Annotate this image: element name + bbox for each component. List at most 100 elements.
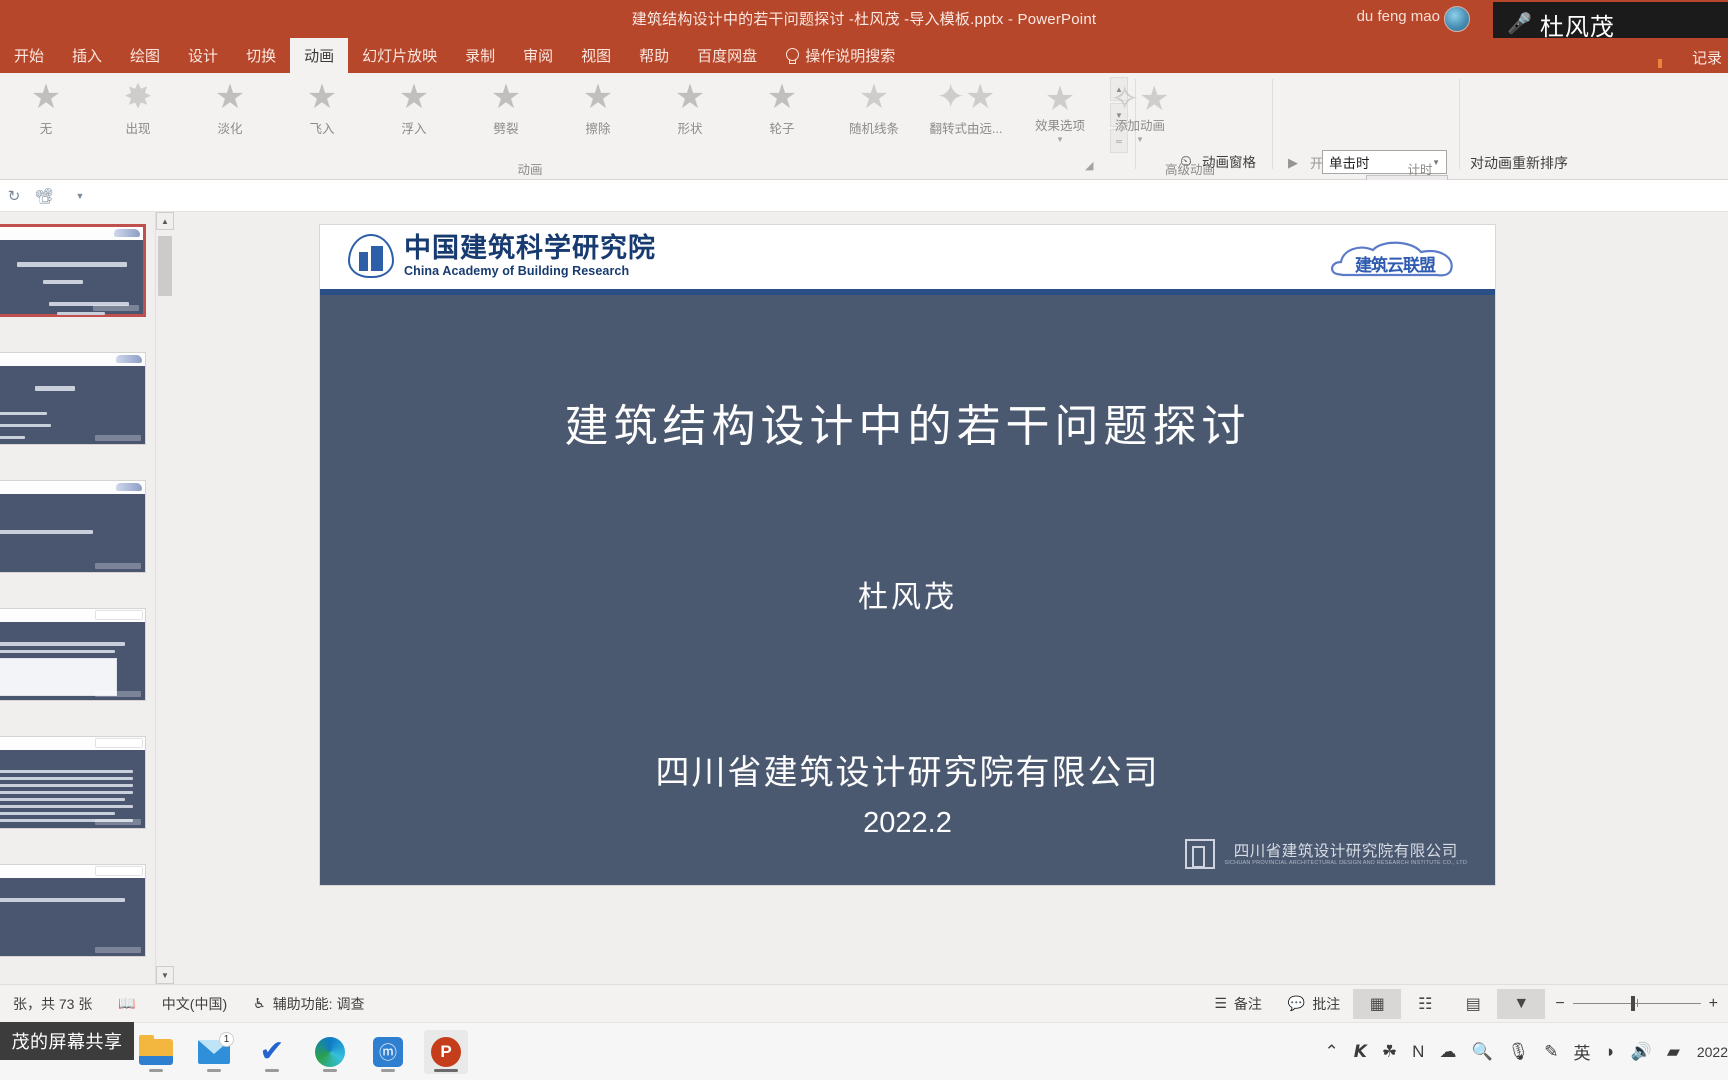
language-label: 中文(中国)	[161, 995, 228, 1012]
ribbon-tab-11[interactable]: 百度网盘	[683, 38, 771, 73]
add-animation-button[interactable]: ✧★ 添加动画 ▼	[1098, 81, 1182, 144]
comment-icon: 💬	[1287, 995, 1306, 1011]
slide-thumbnail-pane[interactable]	[0, 212, 155, 984]
slide-author[interactable]: 杜风茂	[320, 572, 1495, 616]
animation-gallery[interactable]: ★ 无 ✸ 出现 ★ 淡化 ★ 飞入 ★ 浮入 ★ 劈裂 ★ 擦除 ★ 形状 ★ 轮子 ★ 随机线条 ✦★ 翻转式由远..…	[0, 73, 1108, 156]
slide-sorter-view-button[interactable]: ☷	[1401, 989, 1449, 1019]
zoom-slider[interactable]: − +	[1545, 995, 1728, 1013]
animation-effect-0[interactable]: ★ 无	[0, 73, 92, 156]
animation-effect-7[interactable]: ★ 形状	[644, 73, 736, 156]
animation-effect-label: 翻转式由远...	[929, 122, 1003, 136]
slide-organization[interactable]: 四川省建筑设计研究院有限公司	[320, 745, 1495, 794]
animation-effect-3[interactable]: ★ 飞入	[276, 73, 368, 156]
notes-button[interactable]: ☰ 备注	[1201, 990, 1275, 1018]
thumbnail-text-line	[17, 262, 127, 267]
thumbnail-scrollbar[interactable]: ▲ ▼	[155, 212, 174, 984]
undo-icon[interactable]: ↻	[2, 185, 26, 207]
animation-effect-4[interactable]: ★ 浮入	[368, 73, 460, 156]
taskbar-app-powerpoint[interactable]: P	[424, 1029, 468, 1074]
ribbon-tab-10[interactable]: 帮助	[625, 38, 683, 73]
comments-button[interactable]: 💬 批注	[1275, 990, 1353, 1018]
zoom-knob[interactable]	[1630, 996, 1635, 1011]
star-effect-icon: ★	[1044, 80, 1076, 118]
accessibility-icon: ♿	[253, 995, 266, 1011]
animation-effect-9[interactable]: ★ 随机线条	[828, 73, 920, 156]
microphone-icon[interactable]: 🎙	[1508, 1042, 1530, 1062]
pen-icon[interactable]: ✎	[1544, 1042, 1558, 1062]
running-indicator	[149, 1068, 163, 1072]
taskbar-app-file-explorer[interactable]	[134, 1030, 178, 1074]
customize-qat-caret-icon[interactable]: ▼	[68, 185, 92, 207]
search-magnifier-icon[interactable]: 🔍	[1471, 1042, 1492, 1062]
volume-icon[interactable]: 🔊	[1631, 1042, 1652, 1062]
avatar[interactable]	[1444, 6, 1470, 32]
reading-view-button[interactable]: ▤	[1449, 989, 1497, 1019]
wifi-icon[interactable]: ◗	[1605, 1042, 1615, 1062]
ribbon-tab-2[interactable]: 绘图	[116, 38, 174, 73]
record-button[interactable]: 记录	[1692, 47, 1722, 68]
slide-date[interactable]: 2022.2	[320, 807, 1495, 840]
account-name[interactable]: du feng mao	[1357, 8, 1440, 25]
ribbon-tab-8[interactable]: 审阅	[509, 38, 567, 73]
slideshow-view-button[interactable]: ▼	[1497, 988, 1546, 1019]
ribbon-tab-5[interactable]: 动画	[290, 38, 349, 73]
slide-thumbnail-4[interactable]	[0, 608, 146, 701]
scrollbar-thumb[interactable]	[158, 236, 172, 296]
wechat-icon[interactable]: ☘	[1382, 1042, 1397, 1062]
checkmark-icon: ✔	[259, 1034, 285, 1068]
ribbon-tab-1[interactable]: 插入	[58, 38, 116, 73]
slide-thumbnail-5[interactable]	[0, 736, 146, 829]
ribbon-tab-3[interactable]: 设计	[174, 38, 232, 73]
animation-effect-6[interactable]: ★ 擦除	[552, 73, 644, 156]
taskbar-clock[interactable]: 2022	[1690, 1044, 1728, 1060]
zoom-track[interactable]	[1572, 996, 1701, 1011]
animation-effect-5[interactable]: ★ 劈裂	[460, 73, 552, 156]
ime-language-icon[interactable]: 英	[1573, 1039, 1590, 1064]
animation-effect-2[interactable]: ★ 淡化	[184, 73, 276, 156]
ribbon-tab-7[interactable]: 录制	[451, 38, 509, 73]
reorder-animations-title: 对动画重新排序	[1470, 155, 1568, 171]
ribbon-tab-9[interactable]: 视图	[567, 38, 625, 73]
system-tray: ⌃ 𝙆 ☘ N ☁ 🔍 🎙 ✎ 英 ◗ 🔊 ▰	[1324, 1039, 1690, 1064]
language-indicator[interactable]: 中文(中国)	[149, 990, 240, 1018]
onedrive-icon[interactable]: ☁	[1439, 1042, 1456, 1062]
ribbon-tab-6[interactable]: 幻灯片放映	[348, 38, 451, 73]
star-floatin-icon: ★	[398, 78, 430, 116]
minus-icon[interactable]: −	[1555, 995, 1572, 1013]
slide-canvas[interactable]: 中国建筑科学研究院 China Academy of Building Rese…	[320, 225, 1495, 885]
plus-icon[interactable]: +	[1701, 995, 1718, 1013]
animation-effect-8[interactable]: ★ 轮子	[736, 73, 828, 156]
ribbon-tab-0[interactable]: 开始	[0, 38, 58, 73]
battery-icon[interactable]: ▰	[1667, 1042, 1680, 1062]
tell-me-search[interactable]: 操作说明搜索	[771, 38, 909, 73]
taskbar-app-edge-browser[interactable]	[308, 1030, 352, 1074]
chevron-down-icon[interactable]: ▼	[1056, 135, 1064, 144]
ribbon-tab-4[interactable]: 切换	[232, 38, 290, 73]
taskbar-app-wps-cloud[interactable]: ⓜ	[366, 1030, 410, 1074]
slide-thumbnail-6[interactable]	[0, 864, 146, 957]
thumbnail-text-line	[0, 424, 51, 427]
onenote-icon[interactable]: N	[1412, 1042, 1424, 1062]
chevron-down-icon[interactable]: ▼	[156, 966, 174, 984]
slide-count[interactable]: 张，共 73 张	[0, 990, 105, 1018]
sogou-ime-icon[interactable]: 𝙆	[1354, 1042, 1367, 1062]
start-slideshow-icon[interactable]: 📽	[32, 185, 56, 207]
animation-effect-1[interactable]: ✸ 出现	[92, 73, 184, 156]
chevron-down-icon[interactable]: ▼	[1136, 135, 1144, 144]
slide-thumbnail-2[interactable]	[0, 352, 146, 445]
normal-view-button[interactable]: ▦	[1353, 988, 1402, 1019]
spellcheck-icon[interactable]: 📖	[105, 990, 148, 1018]
chevron-up-icon[interactable]: ▲	[156, 212, 174, 230]
separator	[1459, 79, 1460, 169]
show-hidden-icons[interactable]: ⌃	[1324, 1042, 1338, 1062]
slide-title[interactable]: 建筑结构设计中的若干问题探讨	[320, 390, 1495, 454]
accessibility-status[interactable]: ♿ 辅助功能: 调查	[240, 990, 377, 1018]
slide-thumbnail-1[interactable]	[0, 224, 146, 317]
animation-effect-10[interactable]: ✦★ 翻转式由远...	[920, 73, 1012, 156]
effect-options-button[interactable]: ★ 效果选项 ▼	[1018, 81, 1102, 144]
taskbar-app-mail[interactable]: 1	[192, 1030, 236, 1074]
taskbar-app-todo[interactable]: ✔	[250, 1030, 294, 1074]
footer-company-en: SICHUAN PROVINCIAL ARCHITECTURAL DESIGN …	[1224, 859, 1467, 866]
animation-dialog-launcher[interactable]: ◢	[1085, 159, 1093, 172]
slide-thumbnail-3[interactable]	[0, 480, 146, 573]
